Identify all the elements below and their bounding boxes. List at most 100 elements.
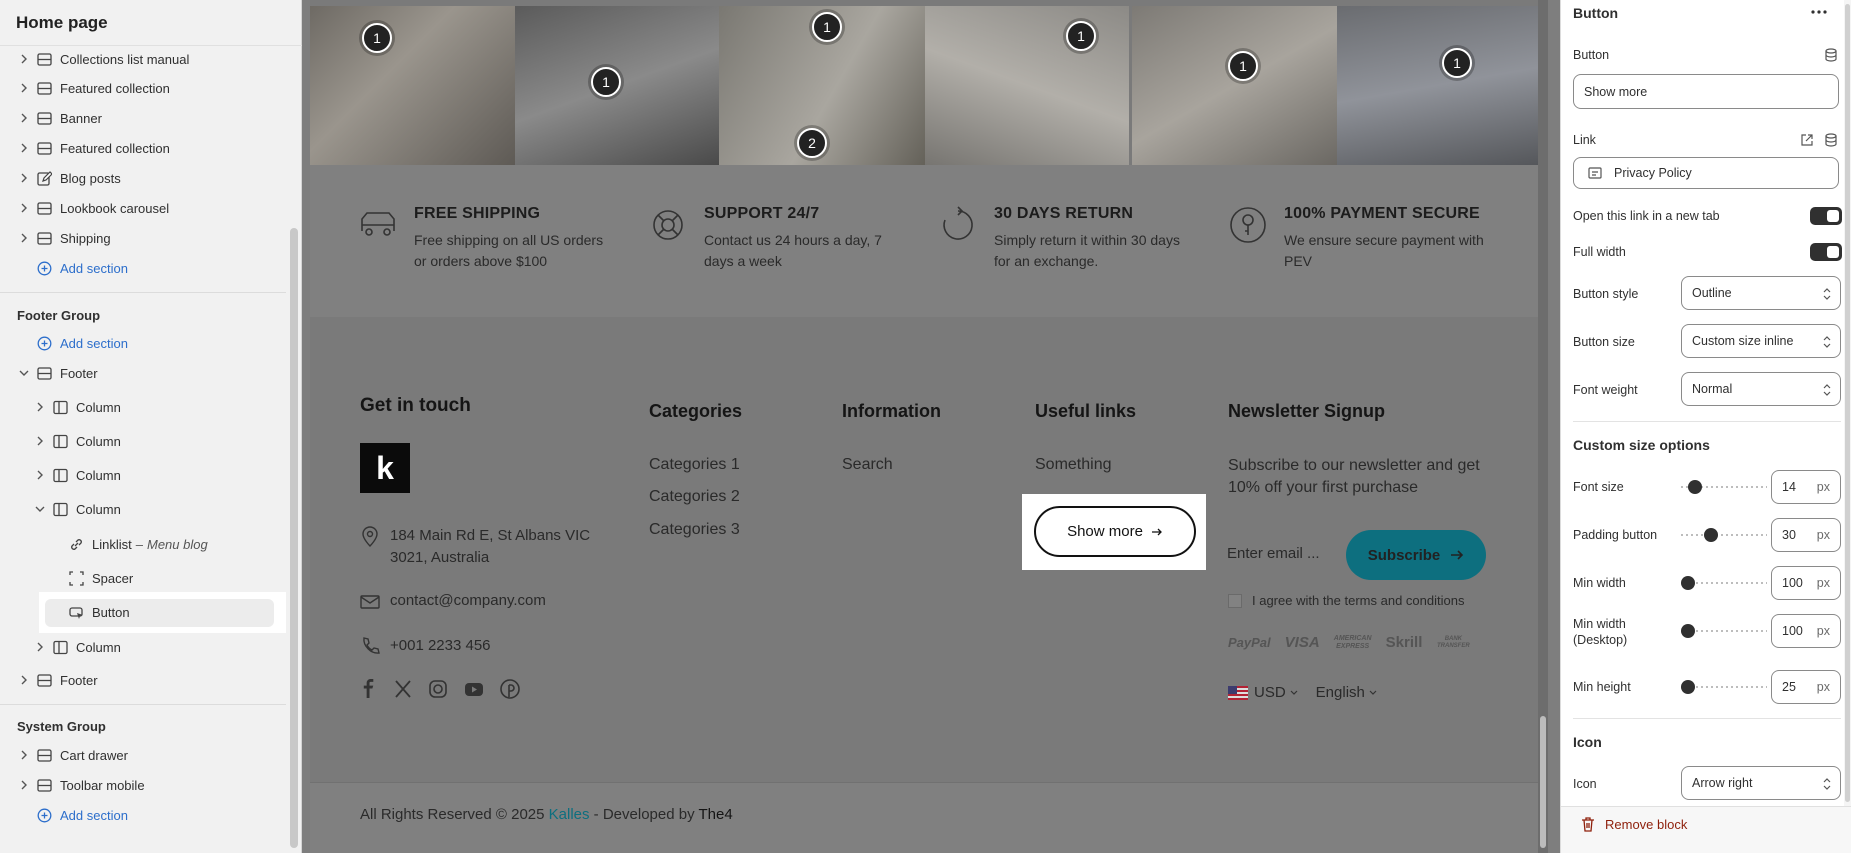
section-blog-posts[interactable]: Blog posts bbox=[18, 164, 308, 192]
terms-checkbox[interactable]: I agree with the terms and conditions bbox=[1228, 593, 1464, 608]
chevron-right-icon[interactable] bbox=[18, 674, 30, 686]
chevron-right-icon[interactable] bbox=[34, 435, 46, 447]
useful-link[interactable]: Something bbox=[1035, 456, 1112, 474]
hotspot[interactable]: 1 bbox=[812, 12, 842, 42]
section-lookbook-carousel[interactable]: Lookbook carousel bbox=[18, 194, 308, 222]
full-width-toggle[interactable] bbox=[1810, 243, 1842, 261]
padding-slider[interactable] bbox=[1681, 527, 1767, 543]
chevron-down-icon[interactable] bbox=[34, 503, 46, 515]
min-width-slider[interactable] bbox=[1681, 575, 1767, 591]
remove-block-button[interactable]: Remove block bbox=[1581, 817, 1687, 832]
button-size-select[interactable]: Custom size inline bbox=[1681, 324, 1841, 358]
link-input[interactable]: Privacy Policy bbox=[1573, 157, 1839, 189]
database-icon[interactable] bbox=[1824, 133, 1838, 147]
facebook-icon[interactable] bbox=[360, 679, 378, 699]
font-size-input[interactable]: 14 px bbox=[1771, 470, 1841, 504]
chevron-right-icon[interactable] bbox=[18, 202, 30, 214]
information-link[interactable]: Search bbox=[842, 456, 893, 474]
developer-link[interactable]: The4 bbox=[698, 806, 732, 823]
section-featured-collection-2[interactable]: Featured collection bbox=[18, 134, 308, 162]
chevron-right-icon[interactable] bbox=[18, 232, 30, 244]
brand-link[interactable]: Kalles bbox=[549, 806, 590, 823]
store-logo[interactable]: k bbox=[360, 443, 410, 493]
hotspot[interactable]: 1 bbox=[1228, 51, 1258, 81]
more-options-icon[interactable] bbox=[1811, 10, 1827, 14]
add-section-button[interactable]: Add section bbox=[36, 254, 326, 282]
hotspot[interactable]: 2 bbox=[797, 128, 827, 158]
button-label-input[interactable]: Show more bbox=[1573, 74, 1839, 109]
chevron-right-icon[interactable] bbox=[34, 641, 46, 653]
chevron-right-icon[interactable] bbox=[18, 53, 30, 65]
locale-selectors: USD English bbox=[1228, 684, 1377, 701]
section-footer-2[interactable]: Footer bbox=[18, 666, 308, 694]
phone[interactable]: +001 2233 456 bbox=[360, 635, 491, 657]
chevron-right-icon[interactable] bbox=[18, 779, 30, 791]
min-width-input[interactable]: 100 px bbox=[1771, 566, 1841, 600]
button-style-select[interactable]: Outline bbox=[1681, 276, 1841, 310]
chevron-right-icon[interactable] bbox=[18, 749, 30, 761]
hotspot[interactable]: 1 bbox=[591, 67, 621, 97]
slider-knob[interactable] bbox=[1681, 680, 1695, 694]
youtube-icon[interactable] bbox=[464, 679, 484, 699]
slider-knob[interactable] bbox=[1688, 480, 1702, 494]
categories-link[interactable]: Categories 1 bbox=[649, 456, 740, 474]
currency-select[interactable]: USD bbox=[1254, 684, 1286, 701]
block-label: Column bbox=[76, 467, 121, 483]
section-featured-collection[interactable]: Featured collection bbox=[18, 74, 308, 102]
slider-knob[interactable] bbox=[1681, 624, 1695, 638]
footer-add-section-button[interactable]: Add section bbox=[36, 329, 326, 357]
block-column-4[interactable]: Column bbox=[34, 495, 324, 523]
slider-knob[interactable] bbox=[1681, 576, 1695, 590]
instagram-icon[interactable] bbox=[428, 679, 448, 699]
icon-select[interactable]: Arrow right bbox=[1681, 766, 1841, 800]
block-column-1[interactable]: Column bbox=[34, 393, 324, 421]
chevron-right-icon[interactable] bbox=[34, 401, 46, 413]
canvas-scrollbar-thumb[interactable] bbox=[1540, 716, 1546, 848]
hotspot[interactable]: 1 bbox=[1442, 48, 1472, 78]
checkbox[interactable] bbox=[1228, 593, 1242, 608]
hotspot[interactable]: 1 bbox=[1066, 21, 1096, 51]
chevron-down-icon[interactable] bbox=[18, 367, 30, 379]
min-height-input[interactable]: 25 px bbox=[1771, 670, 1841, 704]
padding-input[interactable]: 30 px bbox=[1771, 518, 1841, 552]
chevron-right-icon[interactable] bbox=[18, 142, 30, 154]
panel-scrollbar-thumb[interactable] bbox=[1845, 4, 1850, 802]
link-icon bbox=[68, 536, 84, 552]
min-width-desktop-slider[interactable] bbox=[1681, 623, 1767, 639]
hotspot[interactable]: 1 bbox=[362, 23, 392, 53]
categories-link[interactable]: Categories 2 bbox=[649, 488, 740, 506]
show-more-button[interactable]: Show more bbox=[1034, 506, 1196, 557]
chevron-right-icon[interactable] bbox=[18, 82, 30, 94]
external-link-icon[interactable] bbox=[1800, 133, 1814, 147]
section-banner[interactable]: Banner bbox=[18, 104, 308, 132]
new-tab-toggle[interactable] bbox=[1810, 207, 1842, 225]
button-style-label: Button style bbox=[1573, 287, 1639, 301]
font-size-slider[interactable] bbox=[1681, 479, 1767, 495]
block-column-5[interactable]: Column bbox=[34, 633, 324, 661]
section-cart-drawer[interactable]: Cart drawer bbox=[18, 741, 308, 769]
section-footer[interactable]: Footer bbox=[18, 359, 308, 387]
min-width-desktop-input[interactable]: 100 px bbox=[1771, 614, 1841, 648]
chevron-right-icon[interactable] bbox=[34, 469, 46, 481]
block-column-2[interactable]: Column bbox=[34, 427, 324, 455]
email[interactable]: contact@company.com bbox=[360, 590, 546, 612]
x-twitter-icon[interactable] bbox=[394, 679, 412, 699]
font-weight-select[interactable]: Normal bbox=[1681, 372, 1841, 406]
sidebar-scrollbar[interactable] bbox=[290, 228, 298, 848]
categories-link[interactable]: Categories 3 bbox=[649, 521, 740, 539]
pinterest-icon[interactable] bbox=[500, 679, 520, 699]
chevron-right-icon[interactable] bbox=[18, 112, 30, 124]
subscribe-button[interactable]: Subscribe bbox=[1346, 530, 1486, 580]
chevron-right-icon[interactable] bbox=[18, 172, 30, 184]
section-shipping[interactable]: Shipping bbox=[18, 224, 308, 252]
section-toolbar-mobile[interactable]: Toolbar mobile bbox=[18, 771, 308, 799]
sidebar-header: Home page bbox=[0, 0, 302, 46]
database-icon[interactable] bbox=[1824, 48, 1838, 62]
system-add-section-button[interactable]: Add section bbox=[36, 801, 326, 829]
slider-knob[interactable] bbox=[1704, 528, 1718, 542]
min-height-slider[interactable] bbox=[1681, 679, 1767, 695]
language-select[interactable]: English bbox=[1316, 684, 1365, 701]
newsletter-email-input[interactable]: Enter email ... bbox=[1227, 545, 1347, 565]
block-column-3[interactable]: Column bbox=[34, 461, 324, 489]
section-collections-list[interactable]: Collections list manual bbox=[18, 45, 308, 73]
